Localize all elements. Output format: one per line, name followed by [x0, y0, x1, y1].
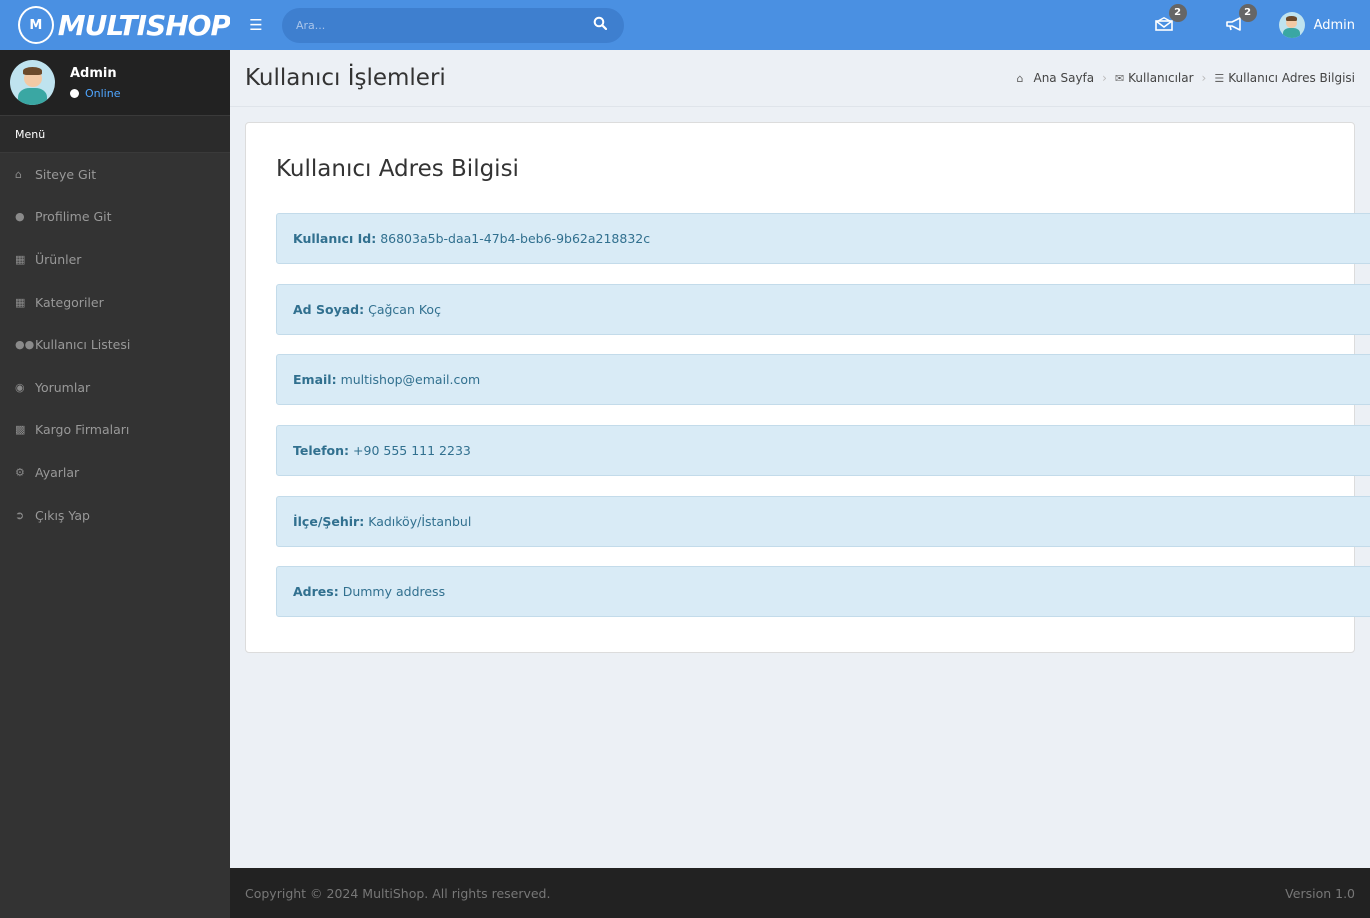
user-menu-name: Admin [1313, 17, 1355, 33]
status-dot-icon [70, 88, 79, 98]
sidebar-item-yorumlar[interactable]: ◉ Yorumlar [0, 366, 230, 409]
sidebar-item-profilime-git[interactable]: ● Profilime Git [0, 196, 230, 239]
sidebar: Admin Online Menü ⌂ Siteye Git ● Profili… [0, 50, 230, 918]
footer: Copyright © 2024 MultiShop. All rights r… [230, 868, 1370, 918]
info-label: Ad Soyad: [293, 302, 365, 317]
sidebar-item-siteye-git[interactable]: ⌂ Siteye Git [0, 153, 230, 196]
messages-button[interactable]: 2 [1129, 3, 1199, 35]
breadcrumb-label: Ana Sayfa [1033, 71, 1095, 85]
page-title: Kullanıcı İşlemleri [245, 65, 446, 91]
sidebar-item-label: Kargo Firmaları [35, 422, 130, 438]
sidebar-item-kargo-firmalari[interactable]: ▩ Kargo Firmaları [0, 409, 230, 452]
address-info-card: Kullanıcı Adres Bilgisi Kullanıcı Id: 86… [245, 122, 1370, 653]
breadcrumb-separator: › [1102, 71, 1107, 85]
breadcrumb-users[interactable]: ✉ Kullanıcılar [1115, 71, 1194, 85]
breadcrumb-home[interactable]: ⌂ Ana Sayfa [1017, 71, 1095, 85]
search-icon[interactable] [590, 16, 610, 34]
info-value: multishop@email.com [340, 372, 481, 387]
avatar [10, 60, 55, 105]
breadcrumb: ⌂ Ana Sayfa › ✉ Kullanıcılar › ☰ Kullanı… [1017, 71, 1356, 85]
info-label: Kullanıcı Id: [293, 231, 377, 246]
brand-logo[interactable]: M MULTISHOP [0, 0, 231, 50]
copyright-text: Copyright © 2024 MultiShop. All rights r… [245, 885, 551, 901]
grid-icon: ▦ [15, 295, 26, 309]
list-icon: ☰ [1214, 71, 1225, 85]
sidebar-item-kullanici-listesi[interactable]: ●● Kullanıcı Listesi [0, 323, 230, 366]
breadcrumb-current: ☰ Kullanıcı Adres Bilgisi [1214, 71, 1355, 85]
brand-name: MULTISHOP [57, 8, 231, 42]
sidebar-toggle-icon[interactable]: ☰ [230, 16, 282, 34]
sidebar-item-label: Profilime Git [35, 209, 112, 225]
truck-icon: ▩ [15, 423, 26, 437]
info-value: Kadıköy/İstanbul [368, 514, 472, 529]
breadcrumb-label: Kullanıcı Adres Bilgisi [1228, 71, 1355, 85]
info-value: Çağcan Koç [368, 302, 441, 317]
info-row-full-name: Ad Soyad: Çağcan Koç [276, 284, 1370, 335]
top-navbar: ☰ 2 2 Admin [230, 0, 1370, 50]
info-row-email: Email: multishop@email.com [276, 354, 1370, 405]
search-box [282, 7, 624, 43]
messages-count-badge: 2 [1168, 3, 1187, 22]
comments-icon: ◉ [15, 380, 25, 394]
info-value: 86803a5b-daa1-47b4-beb6-9b62a218832c [380, 231, 651, 246]
card-title: Kullanıcı Adres Bilgisi [276, 156, 519, 182]
sidebar-item-kategoriler[interactable]: ▦ Kategoriler [0, 281, 230, 324]
user-panel: Admin Online [0, 50, 230, 115]
home-icon: ⌂ [1016, 71, 1024, 85]
sidebar-item-label: Çıkış Yap [35, 507, 90, 523]
menu-header: Menü [0, 115, 230, 153]
user-menu[interactable]: Admin [1269, 12, 1370, 38]
sidebar-item-label: Yorumlar [35, 379, 91, 395]
users-icon: ●● [15, 338, 35, 352]
info-label: Email: [293, 372, 337, 387]
sidebar-user-name: Admin [70, 65, 117, 81]
info-row-district-city: İlçe/Şehir: Kadıköy/İstanbul [276, 496, 1370, 547]
info-value: +90 555 111 2233 [353, 443, 471, 458]
avatar [1278, 12, 1305, 38]
sidebar-item-label: Kullanıcı Listesi [35, 337, 131, 353]
status-indicator: Online [70, 87, 120, 100]
cart-logo-icon: M [18, 6, 54, 44]
sidebar-item-cikis-yap[interactable]: ➲ Çıkış Yap [0, 494, 230, 537]
version-text: Version 1.0 [1285, 885, 1355, 901]
sidebar-item-label: Siteye Git [35, 166, 97, 182]
breadcrumb-separator: › [1201, 71, 1207, 85]
envelope-icon: ✉ [1114, 71, 1125, 85]
home-icon: ⌂ [15, 167, 22, 181]
breadcrumb-label: Kullanıcılar [1128, 71, 1194, 85]
info-label: Telefon: [293, 443, 350, 458]
info-value: Dummy address [342, 584, 446, 599]
grid-icon: ▦ [15, 252, 26, 266]
gear-icon: ⚙ [15, 465, 25, 479]
content-header: Kullanıcı İşlemleri ⌂ Ana Sayfa › ✉ Kull… [230, 50, 1370, 107]
announcements-count-badge: 2 [1238, 3, 1257, 22]
sidebar-item-label: Kategoriler [35, 294, 104, 310]
search-input[interactable] [296, 18, 590, 32]
status-text: Online [85, 86, 121, 100]
info-row-address: Adres: Dummy address [276, 566, 1370, 617]
sidebar-item-label: Ayarlar [35, 464, 80, 480]
sidebar-item-urunler[interactable]: ▦ Ürünler [0, 238, 230, 281]
sign-out-icon: ➲ [15, 508, 25, 522]
announcements-button[interactable]: 2 [1199, 3, 1269, 35]
info-row-phone: Telefon: +90 555 111 2233 [276, 425, 1370, 476]
user-icon: ● [15, 210, 25, 224]
sidebar-item-ayarlar[interactable]: ⚙ Ayarlar [0, 451, 230, 494]
info-row-user-id: Kullanıcı Id: 86803a5b-daa1-47b4-beb6-9b… [276, 213, 1370, 264]
info-label: Adres: [293, 584, 339, 599]
info-label: İlçe/Şehir: [293, 514, 365, 529]
sidebar-item-label: Ürünler [35, 251, 82, 267]
